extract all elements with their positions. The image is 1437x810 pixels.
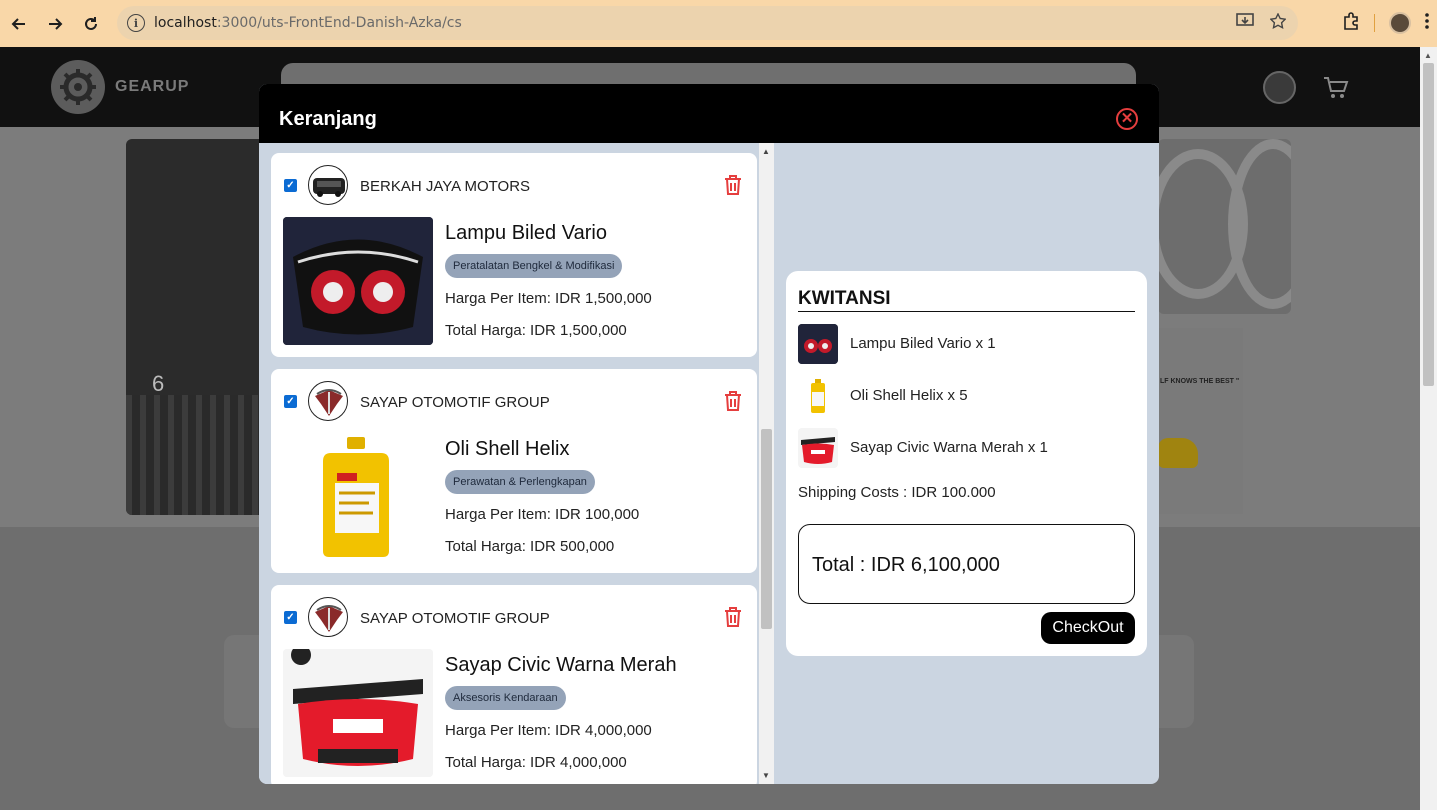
install-app-icon[interactable] bbox=[1236, 12, 1254, 34]
total-box: Total : IDR 6,100,000 bbox=[798, 524, 1135, 604]
product-image bbox=[283, 433, 433, 561]
category-badge: Peratalatan Bengkel & Modifikasi bbox=[445, 254, 623, 278]
total-amount: Total : IDR 6,100,000 bbox=[812, 554, 1000, 576]
cart-item-card: ✓ BERKAH JAYA MOTORS Lampu Biled Vario P… bbox=[271, 153, 757, 357]
url-text: localhost:3000/uts-FrontEnd-Danish-Azka/… bbox=[154, 15, 462, 31]
category-badge: Aksesoris Kendaraan bbox=[445, 686, 566, 710]
browser-toolbar: i localhost:3000/uts-FrontEnd-Danish-Azk… bbox=[0, 0, 1437, 47]
gear-logo-icon bbox=[51, 60, 105, 114]
scrollbar-thumb[interactable] bbox=[1423, 63, 1434, 386]
item-total-price: Total Harga: IDR 1,500,000 bbox=[445, 322, 627, 339]
modal-title: Keranjang bbox=[279, 108, 377, 130]
site-info-icon[interactable]: i bbox=[127, 14, 145, 32]
hero-banner-promo: LF KNOWS THE BEST " bbox=[1158, 328, 1243, 514]
trash-icon[interactable] bbox=[723, 606, 743, 628]
menu-kebab-icon[interactable] bbox=[1425, 12, 1429, 34]
scroll-down-arrow[interactable]: ▼ bbox=[762, 771, 770, 780]
back-icon[interactable] bbox=[1, 6, 37, 42]
bookmark-star-icon[interactable] bbox=[1269, 11, 1287, 34]
hero-number: 6 bbox=[152, 371, 165, 396]
hero-banner-wheels bbox=[1158, 139, 1291, 314]
shop-name: SAYAP OTOMOTIF GROUP bbox=[360, 394, 550, 411]
user-avatar[interactable] bbox=[1263, 71, 1296, 104]
promo-text: LF KNOWS THE BEST " bbox=[1160, 378, 1240, 385]
shipping-costs: Shipping Costs : IDR 100.000 bbox=[798, 484, 996, 501]
receipt-item-label: Lampu Biled Vario x 1 bbox=[850, 335, 996, 352]
product-name: Sayap Civic Warna Merah bbox=[445, 654, 677, 676]
scroll-up-arrow[interactable]: ▲ bbox=[1424, 51, 1432, 60]
wheel-image bbox=[1228, 139, 1291, 309]
cart-item-card: ✓ SAYAP OTOMOTIF GROUP Oli Shell Helix P… bbox=[271, 369, 757, 573]
brand-name: GEARUP bbox=[115, 78, 190, 95]
reload-icon[interactable] bbox=[73, 6, 109, 42]
cart-item-list: ✓ BERKAH JAYA MOTORS Lampu Biled Vario P… bbox=[259, 143, 774, 784]
cart-icon[interactable] bbox=[1323, 75, 1349, 101]
modal-header: Keranjang ✕ bbox=[259, 84, 1159, 143]
price-per-item: Harga Per Item: IDR 1,500,000 bbox=[445, 290, 652, 307]
item-checkbox[interactable]: ✓ bbox=[284, 179, 297, 192]
item-checkbox[interactable]: ✓ bbox=[284, 395, 297, 408]
promo-car-image bbox=[1158, 438, 1198, 468]
extensions-icon[interactable] bbox=[1342, 11, 1360, 35]
receipt-item-label: Sayap Civic Warna Merah x 1 bbox=[850, 439, 1048, 456]
category-badge: Perawatan & Perlengkapan bbox=[445, 470, 595, 494]
address-bar[interactable]: i localhost:3000/uts-FrontEnd-Danish-Azk… bbox=[117, 6, 1298, 40]
receipt-divider bbox=[798, 311, 1135, 312]
receipt-item-thumbnail bbox=[798, 324, 838, 364]
product-image bbox=[283, 649, 433, 777]
product-name: Oli Shell Helix bbox=[445, 438, 570, 460]
shop-avatar bbox=[308, 165, 348, 205]
cart-modal: Keranjang ✕ ✓ BERKAH JAYA MOTORS Lampu B… bbox=[259, 84, 1159, 784]
profile-avatar[interactable] bbox=[1389, 12, 1411, 34]
product-name: Lampu Biled Vario bbox=[445, 222, 607, 244]
item-total-price: Total Harga: IDR 500,000 bbox=[445, 538, 615, 555]
item-checkbox[interactable]: ✓ bbox=[284, 611, 297, 624]
hero-banner-left: 6 bbox=[126, 139, 266, 515]
receipt-item-thumbnail bbox=[798, 376, 838, 416]
scroll-up-arrow[interactable]: ▲ bbox=[762, 147, 770, 156]
receipt-panel: KWITANSI Lampu Biled Vario x 1 Oli Shell… bbox=[786, 271, 1147, 656]
receipt-item: Oli Shell Helix x 5 bbox=[798, 376, 1135, 416]
receipt-item-label: Oli Shell Helix x 5 bbox=[850, 387, 968, 404]
shop-name: BERKAH JAYA MOTORS bbox=[360, 178, 531, 195]
price-per-item: Harga Per Item: IDR 4,000,000 bbox=[445, 722, 652, 739]
receipt-title: KWITANSI bbox=[798, 288, 891, 309]
trash-icon[interactable] bbox=[723, 390, 743, 412]
brand-logo[interactable]: GEARUP bbox=[51, 60, 189, 114]
price-per-item: Harga Per Item: IDR 100,000 bbox=[445, 506, 640, 523]
forward-icon[interactable] bbox=[37, 6, 73, 42]
item-total-price: Total Harga: IDR 4,000,000 bbox=[445, 754, 627, 771]
shop-avatar bbox=[308, 597, 348, 637]
cart-item-card: ✓ SAYAP OTOMOTIF GROUP Sayap Civic Warna… bbox=[271, 585, 757, 784]
toolbar-divider bbox=[1374, 14, 1375, 32]
product-image bbox=[283, 217, 433, 345]
close-icon[interactable]: ✕ bbox=[1116, 108, 1138, 130]
trash-icon[interactable] bbox=[723, 174, 743, 196]
receipt-item-thumbnail bbox=[798, 428, 838, 468]
receipt-item: Sayap Civic Warna Merah x 1 bbox=[798, 428, 1135, 468]
hero-garage-image bbox=[126, 395, 266, 515]
shop-name: SAYAP OTOMOTIF GROUP bbox=[360, 610, 550, 627]
checkout-button[interactable]: CheckOut bbox=[1041, 612, 1135, 644]
cart-list-scrollbar[interactable]: ▲ ▼ bbox=[759, 143, 774, 784]
receipt-item: Lampu Biled Vario x 1 bbox=[798, 324, 1135, 364]
shop-avatar bbox=[308, 381, 348, 421]
scrollbar-thumb[interactable] bbox=[761, 429, 772, 629]
page-scrollbar[interactable]: ▲ bbox=[1420, 47, 1437, 810]
